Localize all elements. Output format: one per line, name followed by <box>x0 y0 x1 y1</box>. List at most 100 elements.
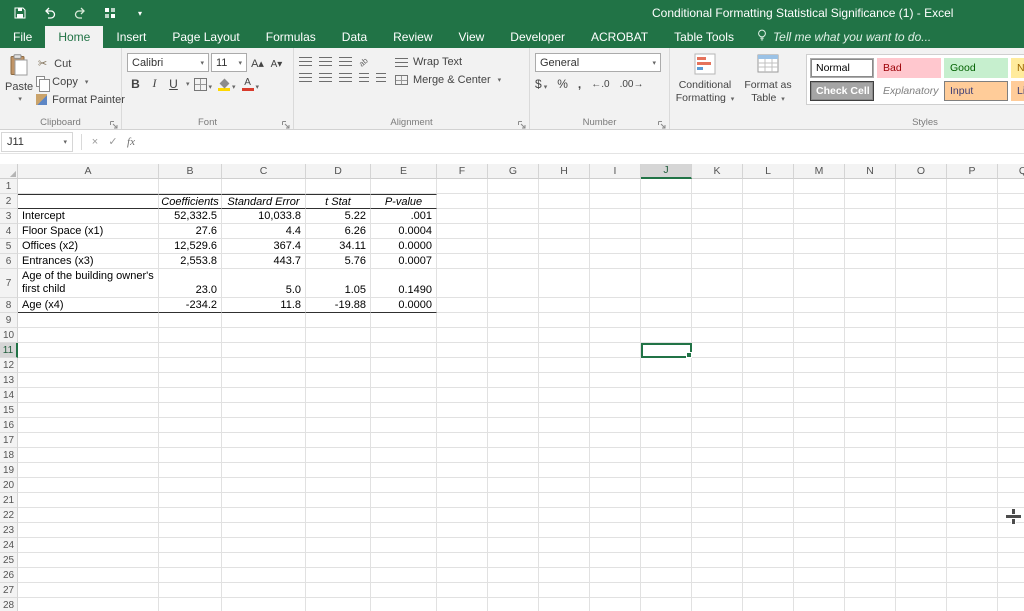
cell-H5[interactable] <box>539 239 590 254</box>
cell-B9[interactable] <box>159 313 222 328</box>
cell-Q12[interactable] <box>998 358 1024 373</box>
cell-J8[interactable] <box>641 298 692 313</box>
cell-E19[interactable] <box>371 463 437 478</box>
cell-B4[interactable]: 27.6 <box>159 224 222 239</box>
cell-I6[interactable] <box>590 254 641 269</box>
cell-H9[interactable] <box>539 313 590 328</box>
cell-H26[interactable] <box>539 568 590 583</box>
cell-Q21[interactable] <box>998 493 1024 508</box>
font-dialog-launcher-icon[interactable] <box>281 117 291 127</box>
cell-D8[interactable]: -19.88 <box>306 298 371 313</box>
cell-N6[interactable] <box>845 254 896 269</box>
cell-I22[interactable] <box>590 508 641 523</box>
cell-E4[interactable]: 0.0004 <box>371 224 437 239</box>
font-size-combo[interactable]: 11 ▾ <box>211 53 247 72</box>
cell-K10[interactable] <box>692 328 743 343</box>
column-header-P[interactable]: P <box>947 164 998 179</box>
cell-D9[interactable] <box>306 313 371 328</box>
cell-P13[interactable] <box>947 373 998 388</box>
cell-E26[interactable] <box>371 568 437 583</box>
cell-C22[interactable] <box>222 508 306 523</box>
cell-D22[interactable] <box>306 508 371 523</box>
cell-K14[interactable] <box>692 388 743 403</box>
cell-A7[interactable]: Age of the building owner's first child <box>18 269 159 298</box>
align-center-icon[interactable] <box>319 73 332 82</box>
cell-M21[interactable] <box>794 493 845 508</box>
cell-F6[interactable] <box>437 254 488 269</box>
row-header-7[interactable]: 7 <box>0 269 18 298</box>
cell-L6[interactable] <box>743 254 794 269</box>
cell-N5[interactable] <box>845 239 896 254</box>
cell-J4[interactable] <box>641 224 692 239</box>
cell-K15[interactable] <box>692 403 743 418</box>
cell-A17[interactable] <box>18 433 159 448</box>
cell-L8[interactable] <box>743 298 794 313</box>
cell-O18[interactable] <box>896 448 947 463</box>
cell-O21[interactable] <box>896 493 947 508</box>
cell-A10[interactable] <box>18 328 159 343</box>
row-header-21[interactable]: 21 <box>0 493 18 508</box>
cell-P28[interactable] <box>947 598 998 611</box>
cell-Q18[interactable] <box>998 448 1024 463</box>
cell-M22[interactable] <box>794 508 845 523</box>
select-all-button[interactable]: ◢ <box>0 164 18 179</box>
cell-I27[interactable] <box>590 583 641 598</box>
tab-file[interactable]: File <box>0 26 45 48</box>
cell-D10[interactable] <box>306 328 371 343</box>
cell-F13[interactable] <box>437 373 488 388</box>
cell-I14[interactable] <box>590 388 641 403</box>
cell-C11[interactable] <box>222 343 306 358</box>
cell-K19[interactable] <box>692 463 743 478</box>
row-header-3[interactable]: 3 <box>0 209 18 224</box>
cell-J9[interactable] <box>641 313 692 328</box>
cell-H28[interactable] <box>539 598 590 611</box>
row-header-16[interactable]: 16 <box>0 418 18 433</box>
cell-O19[interactable] <box>896 463 947 478</box>
cell-E28[interactable] <box>371 598 437 611</box>
cell-K3[interactable] <box>692 209 743 224</box>
cell-A6[interactable]: Entrances (x3) <box>18 254 159 269</box>
cell-J16[interactable] <box>641 418 692 433</box>
cell-E6[interactable]: 0.0007 <box>371 254 437 269</box>
cell-L26[interactable] <box>743 568 794 583</box>
redo-icon[interactable] <box>72 5 88 21</box>
cell-G3[interactable] <box>488 209 539 224</box>
cell-N15[interactable] <box>845 403 896 418</box>
cell-A2[interactable] <box>18 194 159 209</box>
cell-P21[interactable] <box>947 493 998 508</box>
cell-O17[interactable] <box>896 433 947 448</box>
paste-dropdown-icon[interactable]: ▾ <box>18 95 22 103</box>
cell-I3[interactable] <box>590 209 641 224</box>
cell-J26[interactable] <box>641 568 692 583</box>
cell-N18[interactable] <box>845 448 896 463</box>
cell-Q26[interactable] <box>998 568 1024 583</box>
cell-P25[interactable] <box>947 553 998 568</box>
row-header-22[interactable]: 22 <box>0 508 18 523</box>
increase-indent-icon[interactable] <box>376 73 386 82</box>
underline-button[interactable]: U <box>165 75 182 93</box>
cell-J3[interactable] <box>641 209 692 224</box>
cell-H21[interactable] <box>539 493 590 508</box>
cell-M24[interactable] <box>794 538 845 553</box>
cell-M15[interactable] <box>794 403 845 418</box>
cell-I21[interactable] <box>590 493 641 508</box>
cell-J15[interactable] <box>641 403 692 418</box>
cell-P16[interactable] <box>947 418 998 433</box>
row-header-2[interactable]: 2 <box>0 194 18 209</box>
cell-L5[interactable] <box>743 239 794 254</box>
cell-O15[interactable] <box>896 403 947 418</box>
cell-M1[interactable] <box>794 179 845 194</box>
cell-K12[interactable] <box>692 358 743 373</box>
cell-D14[interactable] <box>306 388 371 403</box>
row-header-10[interactable]: 10 <box>0 328 18 343</box>
cell-N4[interactable] <box>845 224 896 239</box>
cell-C5[interactable]: 367.4 <box>222 239 306 254</box>
cell-O16[interactable] <box>896 418 947 433</box>
cell-A18[interactable] <box>18 448 159 463</box>
cell-Q1[interactable] <box>998 179 1024 194</box>
cell-B13[interactable] <box>159 373 222 388</box>
name-box-dropdown-icon[interactable]: ▾ <box>63 138 67 146</box>
cell-L23[interactable] <box>743 523 794 538</box>
cell-H27[interactable] <box>539 583 590 598</box>
cell-D23[interactable] <box>306 523 371 538</box>
